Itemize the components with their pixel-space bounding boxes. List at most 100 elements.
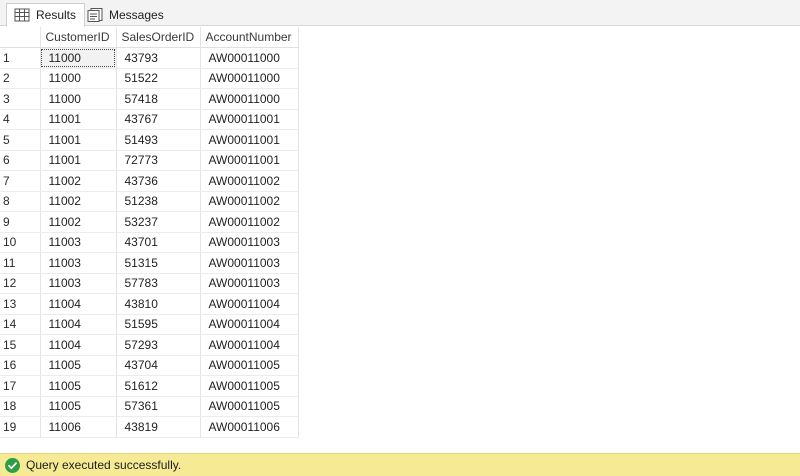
table-row[interactable]: 18 11005 57361 AW00011005 bbox=[0, 396, 299, 417]
table-row[interactable]: 7 11002 43736 AW00011002 bbox=[0, 170, 299, 192]
table-row[interactable]: 19 11006 43819 AW00011006 bbox=[0, 416, 299, 438]
cell-accountnumber[interactable]: AW00011001 bbox=[200, 129, 299, 151]
row-number-header[interactable]: 14 bbox=[0, 314, 41, 335]
cell-salesorderid[interactable]: 43704 bbox=[116, 355, 201, 376]
table-row[interactable]: 4 11001 43767 AW00011001 bbox=[0, 109, 299, 130]
cell-accountnumber[interactable]: AW00011000 bbox=[200, 68, 299, 89]
cell-salesorderid[interactable]: 43701 bbox=[116, 232, 201, 253]
table-row[interactable]: 15 11004 57293 AW00011004 bbox=[0, 334, 299, 356]
row-number-header[interactable]: 4 bbox=[0, 109, 41, 130]
cell-accountnumber[interactable]: AW00011005 bbox=[200, 375, 299, 397]
cell-salesorderid[interactable]: 43767 bbox=[116, 109, 201, 130]
cell-salesorderid[interactable]: 51493 bbox=[116, 129, 201, 151]
row-number-header[interactable]: 18 bbox=[0, 396, 41, 417]
select-all-corner[interactable] bbox=[0, 27, 41, 48]
row-number-header[interactable]: 13 bbox=[0, 293, 41, 315]
row-number-header[interactable]: 9 bbox=[0, 211, 41, 233]
cell-salesorderid[interactable]: 57418 bbox=[116, 88, 201, 110]
table-row[interactable]: 12 11003 57783 AW00011003 bbox=[0, 273, 299, 294]
cell-customerid[interactable]: 11002 bbox=[40, 170, 117, 192]
table-row[interactable]: 3 11000 57418 AW00011000 bbox=[0, 88, 299, 110]
cell-customerid[interactable]: 11006 bbox=[40, 416, 117, 438]
cell-customerid[interactable]: 11000 bbox=[40, 68, 117, 89]
row-number-header[interactable]: 17 bbox=[0, 375, 41, 397]
cell-accountnumber[interactable]: AW00011002 bbox=[200, 191, 299, 212]
cell-customerid[interactable]: 11001 bbox=[40, 150, 117, 171]
cell-customerid[interactable]: 11001 bbox=[40, 129, 117, 151]
tab-messages[interactable]: Messages bbox=[79, 3, 173, 26]
cell-salesorderid[interactable]: 57783 bbox=[116, 273, 201, 294]
row-number-header[interactable]: 15 bbox=[0, 334, 41, 356]
table-row[interactable]: 5 11001 51493 AW00011001 bbox=[0, 129, 299, 151]
row-number-header[interactable]: 19 bbox=[0, 416, 41, 438]
cell-salesorderid[interactable]: 43793 bbox=[116, 47, 201, 69]
cell-salesorderid[interactable]: 51595 bbox=[116, 314, 201, 335]
row-number-header[interactable]: 2 bbox=[0, 68, 41, 89]
cell-accountnumber[interactable]: AW00011005 bbox=[200, 355, 299, 376]
table-row[interactable]: 11 11003 51315 AW00011003 bbox=[0, 252, 299, 274]
cell-accountnumber[interactable]: AW00011005 bbox=[200, 396, 299, 417]
cell-salesorderid[interactable]: 57293 bbox=[116, 334, 201, 356]
table-row[interactable]: 17 11005 51612 AW00011005 bbox=[0, 375, 299, 397]
cell-customerid[interactable]: 11005 bbox=[40, 355, 117, 376]
cell-accountnumber[interactable]: AW00011003 bbox=[200, 232, 299, 253]
row-number-header[interactable]: 6 bbox=[0, 150, 41, 171]
cell-customerid[interactable]: 11003 bbox=[40, 252, 117, 274]
row-number-header[interactable]: 3 bbox=[0, 88, 41, 110]
cell-salesorderid[interactable]: 53237 bbox=[116, 211, 201, 233]
cell-accountnumber[interactable]: AW00011000 bbox=[200, 47, 299, 69]
cell-salesorderid[interactable]: 43810 bbox=[116, 293, 201, 315]
cell-customerid[interactable]: 11003 bbox=[40, 232, 117, 253]
table-row[interactable]: 13 11004 43810 AW00011004 bbox=[0, 293, 299, 315]
table-row[interactable]: 9 11002 53237 AW00011002 bbox=[0, 211, 299, 233]
cell-salesorderid[interactable]: 51315 bbox=[116, 252, 201, 274]
cell-accountnumber[interactable]: AW00011001 bbox=[200, 150, 299, 171]
cell-accountnumber[interactable]: AW00011001 bbox=[200, 109, 299, 130]
cell-accountnumber[interactable]: AW00011004 bbox=[200, 314, 299, 335]
row-number-header[interactable]: 8 bbox=[0, 191, 41, 212]
cell-customerid[interactable]: 11002 bbox=[40, 211, 117, 233]
cell-salesorderid[interactable]: 51522 bbox=[116, 68, 201, 89]
column-header-salesorderid[interactable]: SalesOrderID bbox=[116, 27, 201, 48]
cell-accountnumber[interactable]: AW00011003 bbox=[200, 252, 299, 274]
column-header-accountnumber[interactable]: AccountNumber bbox=[200, 27, 299, 48]
cell-accountnumber[interactable]: AW00011003 bbox=[200, 273, 299, 294]
cell-salesorderid[interactable]: 51612 bbox=[116, 375, 201, 397]
cell-accountnumber[interactable]: AW00011002 bbox=[200, 170, 299, 192]
cell-customerid[interactable]: 11005 bbox=[40, 396, 117, 417]
table-row[interactable]: 8 11002 51238 AW00011002 bbox=[0, 191, 299, 212]
row-number-header[interactable]: 1 bbox=[0, 47, 41, 69]
cell-accountnumber[interactable]: AW00011002 bbox=[200, 211, 299, 233]
table-row[interactable]: 2 11000 51522 AW00011000 bbox=[0, 68, 299, 89]
cell-customerid[interactable]: 11005 bbox=[40, 375, 117, 397]
cell-customerid[interactable]: 11001 bbox=[40, 109, 117, 130]
table-row[interactable]: 6 11001 72773 AW00011001 bbox=[0, 150, 299, 171]
cell-customerid[interactable]: 11003 bbox=[40, 273, 117, 294]
cell-customerid[interactable]: 11004 bbox=[40, 334, 117, 356]
cell-accountnumber[interactable]: AW00011006 bbox=[200, 416, 299, 438]
tab-results[interactable]: Results bbox=[6, 3, 86, 27]
cell-salesorderid[interactable]: 43736 bbox=[116, 170, 201, 192]
cell-customerid[interactable]: 11004 bbox=[40, 314, 117, 335]
row-number-header[interactable]: 7 bbox=[0, 170, 41, 192]
row-number-header[interactable]: 11 bbox=[0, 252, 41, 274]
cell-salesorderid[interactable]: 72773 bbox=[116, 150, 201, 171]
cell-salesorderid[interactable]: 43819 bbox=[116, 416, 201, 438]
cell-customerid[interactable]: 11000 bbox=[40, 88, 117, 110]
table-row[interactable]: 10 11003 43701 AW00011003 bbox=[0, 232, 299, 253]
cell-accountnumber[interactable]: AW00011004 bbox=[200, 293, 299, 315]
cell-accountnumber[interactable]: AW00011004 bbox=[200, 334, 299, 356]
row-number-header[interactable]: 12 bbox=[0, 273, 41, 294]
row-number-header[interactable]: 16 bbox=[0, 355, 41, 376]
row-number-header[interactable]: 5 bbox=[0, 129, 41, 151]
table-row[interactable]: 16 11005 43704 AW00011005 bbox=[0, 355, 299, 376]
cell-salesorderid[interactable]: 57361 bbox=[116, 396, 201, 417]
cell-customerid[interactable]: 11004 bbox=[40, 293, 117, 315]
table-row[interactable]: 14 11004 51595 AW00011004 bbox=[0, 314, 299, 335]
results-grid[interactable]: CustomerID SalesOrderID AccountNumber 11… bbox=[0, 27, 800, 450]
cell-customerid[interactable]: 11000 bbox=[40, 47, 117, 69]
cell-customerid[interactable]: 11002 bbox=[40, 191, 117, 212]
table-row[interactable]: 1 11000 43793 AW00011000 bbox=[0, 47, 299, 69]
column-header-customerid[interactable]: CustomerID bbox=[40, 27, 117, 48]
row-number-header[interactable]: 10 bbox=[0, 232, 41, 253]
